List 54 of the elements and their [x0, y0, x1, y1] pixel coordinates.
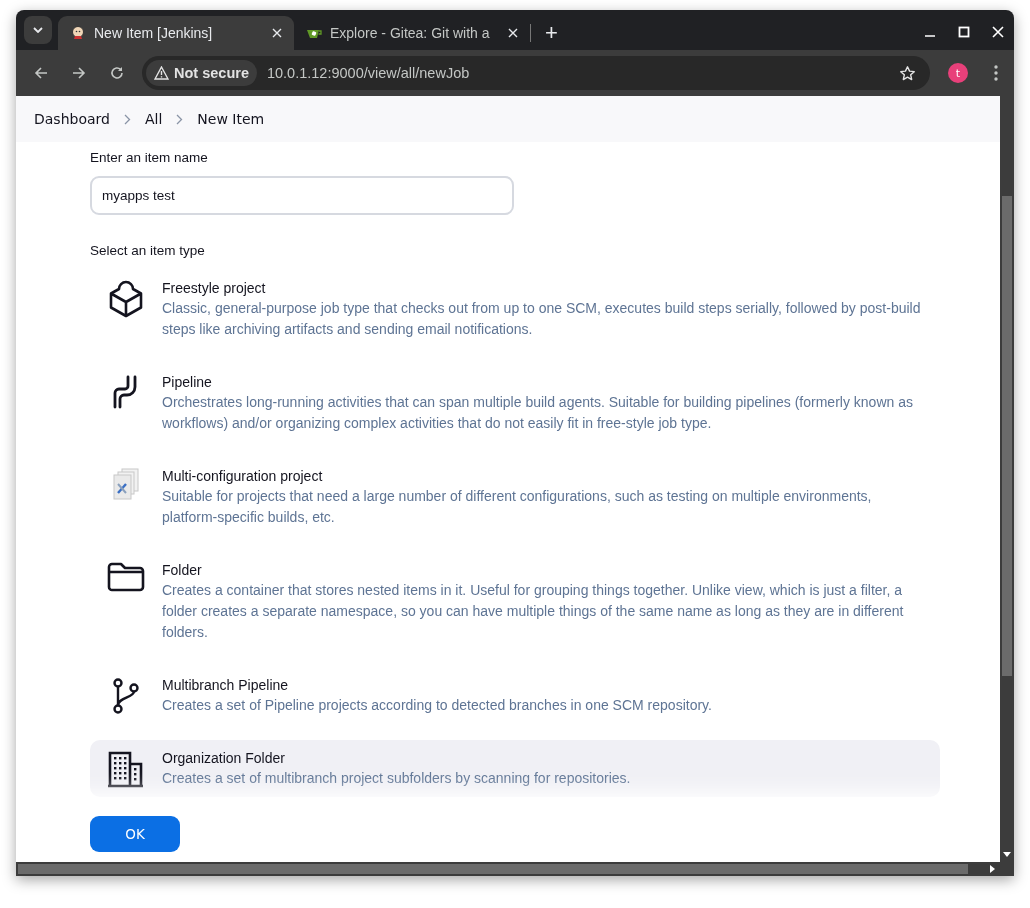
item-type-option[interactable]: Organization Folder Creates a set of multibranch project subfolders by scanning for repositories. — [90, 740, 940, 797]
tab-title: Explore - Gitea: Git with a — [330, 25, 491, 41]
warning-icon — [154, 66, 169, 80]
item-type-title: Freestyle project — [162, 279, 267, 298]
field-label: Enter an item name — [90, 150, 209, 165]
address-bar[interactable]: Not secure 10.0.1.12:9000/view/all/newJob — [142, 56, 930, 90]
chevron-down-icon — [33, 27, 43, 33]
horizontal-scrollbar[interactable] — [16, 862, 1014, 876]
browser-tab[interactable]: New Item [Jenkins] — [58, 16, 294, 50]
security-label: Not secure — [174, 65, 249, 81]
maximize-icon[interactable] — [958, 26, 970, 38]
breadcrumb-link[interactable]: Dashboard — [34, 111, 110, 127]
folder-icon — [107, 562, 145, 592]
item-type-description: Classic, general-purpose job type that checks out from up to one SCM, executes build steps serially, followed by post-build steps like archiving artifacts and sending email notifications. — [162, 299, 922, 339]
item-type-title: Multibranch Pipeline — [162, 676, 290, 695]
ok-button[interactable]: OK — [90, 816, 180, 852]
new-tab-button[interactable]: + — [537, 20, 566, 46]
browser-tab[interactable]: Explore - Gitea: Git with a — [294, 16, 530, 50]
breadcrumb-link[interactable]: New Item — [197, 111, 265, 127]
butler-icon — [70, 25, 86, 41]
forward-icon[interactable] — [72, 66, 86, 80]
star-icon[interactable] — [899, 64, 916, 82]
cube-icon — [108, 280, 144, 318]
back-icon[interactable] — [34, 66, 48, 80]
scroll-down-icon[interactable] — [1003, 852, 1011, 857]
chevron-icon — [176, 113, 184, 125]
url-text: 10.0.1.12:9000/view/all/newJob — [266, 65, 470, 81]
item-type-description: Orchestrates long-running activities that can span multiple build agents. Suitable for building pipelines (formerly known as workflows) and/or organizing complex activities that do not easily fit in free-style job type. — [162, 393, 914, 433]
close-icon[interactable] — [508, 28, 518, 38]
tab-title: New Item [Jenkins] — [94, 25, 214, 41]
profile-avatar[interactable]: t — [948, 63, 968, 83]
close-icon[interactable] — [272, 28, 282, 38]
item-type-title: Multi-configuration project — [162, 467, 324, 486]
item-type-option[interactable]: Multi-configuration project Suitable for projects that need a large number of different configurations, such as testing on multiple environments, platform-specific builds, etc. — [90, 458, 940, 536]
item-type-option[interactable]: Multibranch Pipeline Creates a set of Pipeline projects according to detected branches in one SCM repository. — [90, 667, 940, 724]
breadcrumb-link[interactable]: All — [144, 111, 163, 127]
chevron-icon — [123, 113, 131, 125]
branch-icon — [112, 677, 140, 715]
item-type-description: Creates a set of multibranch project subfolders by scanning for repositories. — [162, 769, 631, 788]
menu-icon[interactable] — [994, 65, 998, 81]
reload-icon[interactable] — [110, 66, 124, 80]
item-type-title: Folder — [162, 561, 203, 580]
scroll-right-icon[interactable] — [990, 865, 995, 873]
item-type-description: Creates a container that stores nested items in it. Useful for grouping things together. Unlike view, which is just a filter, a folder creates a separate namespace, so you can have multiple things of the same name as long as they are in different folders. — [162, 581, 905, 642]
documents-icon — [112, 468, 140, 500]
item-type-description: Suitable for projects that need a large number of different configurations, such as testing on multiple environments, platform-specific builds, etc. — [162, 487, 873, 527]
item-type-title: Organization Folder — [162, 749, 286, 768]
tab-search-button[interactable] — [24, 16, 52, 44]
building-icon — [107, 750, 145, 788]
item-type-title: Pipeline — [162, 373, 213, 392]
section-label: Select an item type — [90, 243, 206, 258]
security-chip[interactable]: Not secure — [146, 60, 257, 86]
item-name-field[interactable]: myapps test — [90, 176, 514, 215]
item-type-description: Creates a set of Pipeline projects according to detected branches in one SCM repository. — [162, 696, 712, 715]
